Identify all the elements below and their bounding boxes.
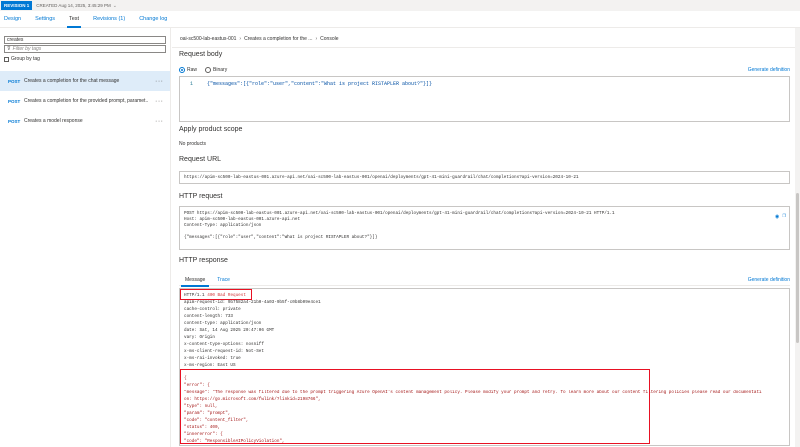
operation-method: POST [8,118,21,124]
operation-item[interactable]: POST Creates a model response ··· [0,111,170,131]
revision-badge: REVISION 1 [1,1,33,10]
http-request-line: {"messages":[{"role":"user","content":"W… [184,235,378,240]
operation-method: POST [8,98,21,104]
response-tabs: Message Trace [179,274,790,287]
request-body-code: {"messages":[{"role":"user","content":"W… [207,81,433,87]
tab-trace[interactable]: Trace [211,274,236,286]
group-by-tag-checkbox[interactable]: Group by tag [4,56,40,62]
operation-name: Creates a completion for the chat messag… [24,78,120,84]
checkbox-icon[interactable] [4,56,9,62]
breadcrumb-item: Console [320,36,339,42]
response-header: cache-control: private [184,307,241,312]
more-options-icon[interactable]: ··· [155,78,164,85]
response-header: content-type: application/json [184,321,262,326]
copy-icon[interactable]: ❐ [782,212,786,219]
operation-name: Creates a completion for the provided pr… [24,98,148,104]
revision-created: CREATED Aug 14, 2025, 3:45:29 PM [36,3,111,8]
body-format-radios: Raw Binary [179,67,235,73]
request-body-editor[interactable]: 1 {"messages":[{"role":"user","content":… [179,76,790,122]
operation-name: Creates a model response [24,118,83,124]
breadcrumb-item[interactable]: oai-sc500-lab-eastus-001 [180,36,236,42]
tab-design[interactable]: Design [4,11,21,28]
response-header: x-ms-region: East US [184,363,236,368]
request-url-box: https://apim-sc500-lab-eastus-001.azure-… [179,171,790,184]
http-request-box: POST https://apim-sc500-lab-eastus-001.a… [179,206,790,250]
line-number: 1 [190,81,194,87]
breadcrumb: oai-sc500-lab-eastus-001 › Creates a com… [180,36,339,42]
tab-test[interactable]: Test [66,11,82,28]
response-header: apim-request-id: 9b7582a4-21b0-4a03-9b5f… [184,300,321,305]
request-url-title: Request URL [179,156,222,163]
divider [172,47,800,48]
tab-settings[interactable]: Settings [35,11,55,28]
tab-revisions[interactable]: Revisions (1) [93,11,125,28]
response-header: vary: Origin [184,335,215,340]
raw-radio[interactable] [179,67,185,73]
operations-panel: creates ⊽ Filter by tags Group by tag PO… [0,28,171,447]
more-options-icon[interactable]: ··· [155,98,164,105]
response-header: date: Sat, 14 Aug 2025 20:47:06 GMT [184,328,275,333]
chevron-right-icon: › [239,36,242,42]
revision-bar: REVISION 1 CREATED Aug 14, 2025, 3:45:29… [0,0,800,11]
filter-placeholder: Filter by tags [12,46,42,52]
request-url: https://apim-sc500-lab-eastus-001.azure-… [184,175,579,180]
raw-label: Raw [187,67,198,73]
eye-icon[interactable]: ◉ [775,213,779,220]
operation-item[interactable]: POST Creates a completion for the chat m… [0,71,170,91]
generate-definition-link[interactable]: Generate definition [748,67,790,73]
product-scope-value: No products [179,141,206,147]
scrollbar-thumb[interactable] [796,193,799,343]
status-highlight-box [180,289,252,300]
search-input-value: creates [7,37,24,43]
scrollbar[interactable] [795,28,800,447]
operation-method: POST [8,78,21,84]
console-panel: oai-sc500-lab-eastus-001 › Creates a com… [172,28,800,447]
breadcrumb-item[interactable]: Creates a completion for the ... [244,36,312,42]
group-by-tag-label: Group by tag [11,56,40,62]
http-request-line: Content-Type: application/json [184,223,262,228]
request-body-title: Request body [179,51,223,58]
filter-icon: ⊽ [7,46,11,52]
http-request-title: HTTP request [179,193,223,200]
http-request-line: POST https://apim-sc500-lab-eastus-001.a… [184,211,615,216]
search-input[interactable]: creates [4,36,166,44]
chevron-down-icon[interactable]: ⌄ [113,3,117,9]
body-highlight-box [180,369,650,444]
http-response-title: HTTP response [179,257,228,264]
response-header: content-length: 733 [184,314,233,319]
response-header: x-content-type-options: nosniff [184,342,264,347]
binary-radio[interactable] [205,67,212,73]
tab-message[interactable]: Message [179,274,211,287]
chevron-right-icon: › [315,36,318,42]
response-header: x-ms-client-request-id: Not-Set [184,349,264,354]
tab-change-log[interactable]: Change log [139,11,167,28]
http-request-line: Host: apim-sc500-lab-eastus-001.azure-ap… [184,217,301,222]
product-scope-title: Apply product scope [179,126,243,133]
more-options-icon[interactable]: ··· [155,118,164,125]
generate-definition-link[interactable]: Generate definition [748,277,790,283]
binary-label: Binary [213,67,228,73]
main-tabs: Design Settings Test Revisions (1) Chang… [0,11,800,28]
operation-item[interactable]: POST Creates a completion for the provid… [0,91,170,111]
response-header: x-ms-rai-invoked: true [184,356,241,361]
filter-by-tags-input[interactable]: ⊽ Filter by tags [4,45,166,53]
